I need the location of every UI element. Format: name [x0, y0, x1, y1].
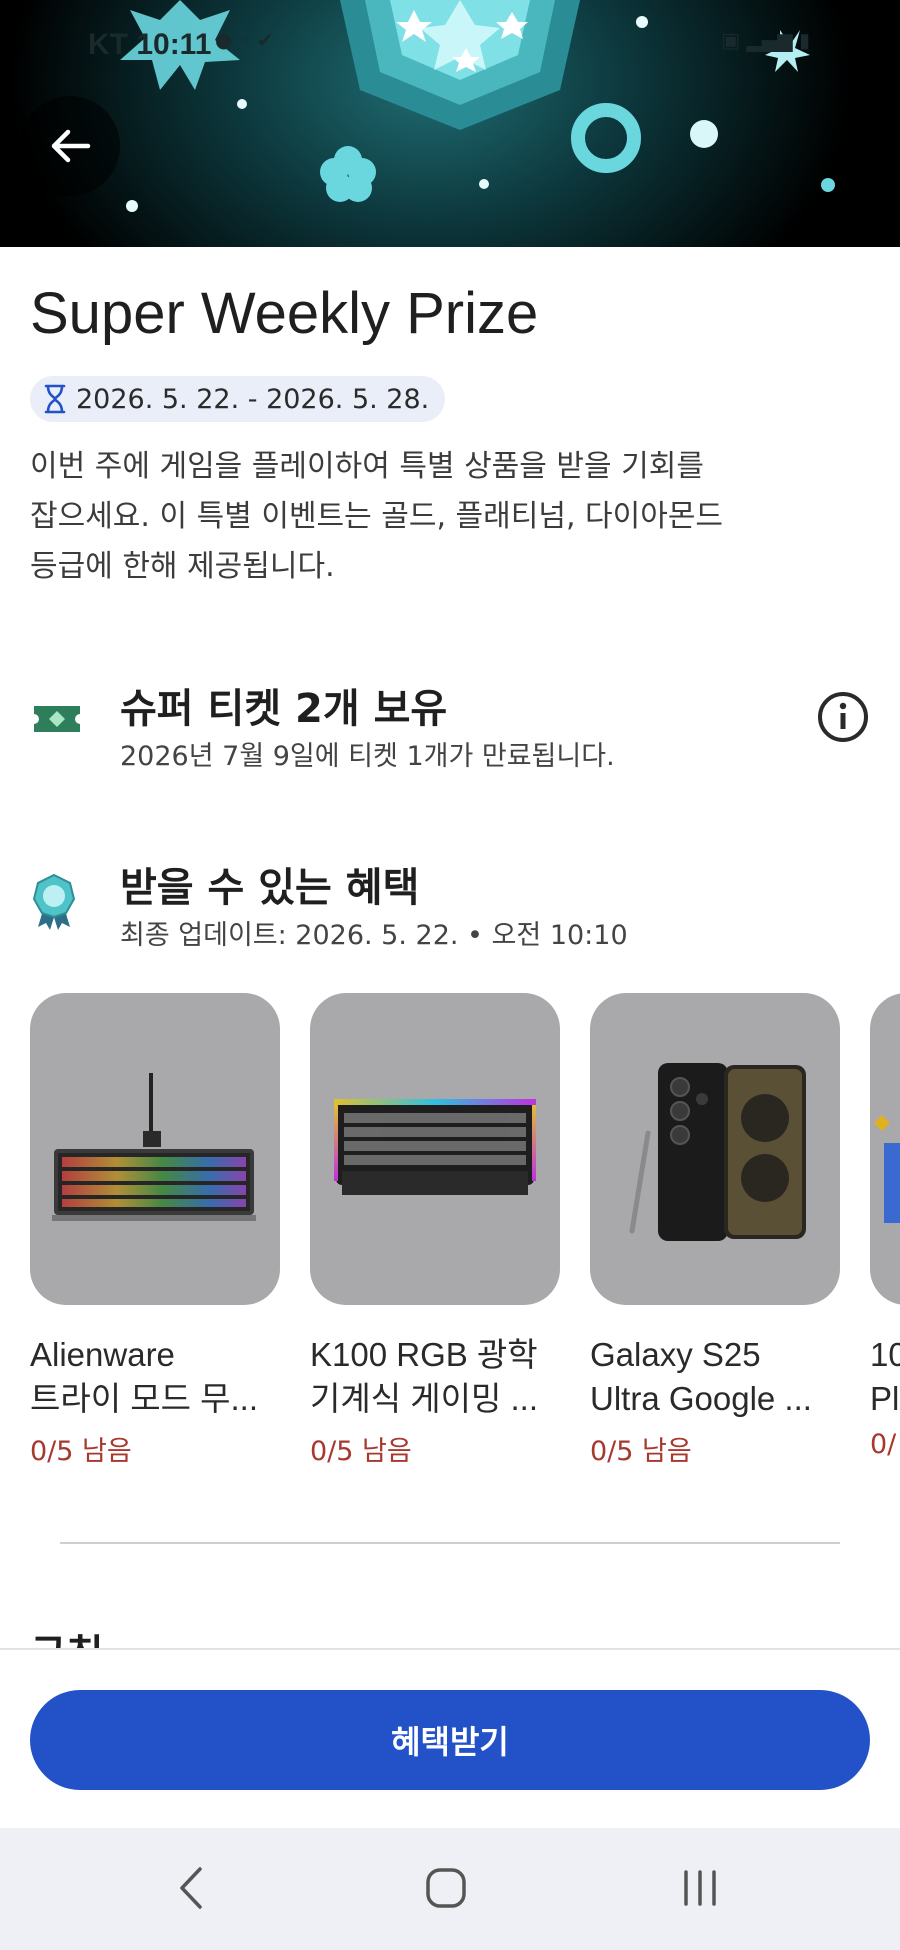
section-divider	[60, 1542, 840, 1544]
reward-name-line: Pl	[870, 1380, 900, 1417]
page-title: Super Weekly Prize	[30, 281, 539, 346]
rewards-carousel[interactable]: Alienware 트라이 모드 무... 0/5 남음 K100 RGB 광학…	[30, 993, 900, 1473]
rewards-title: 받을 수 있는 혜택	[120, 865, 420, 911]
check-icon: ✔	[256, 28, 274, 52]
hero-banner: KT 10:11 ● ◦ ✔ ▣ ▂▄▆ ▮	[0, 0, 900, 247]
rules-heading: 규칙	[30, 1622, 104, 1648]
signal-icon: ▂▄▆	[746, 28, 793, 52]
system-nav-bar	[0, 1828, 900, 1950]
description-line: 잡으세요. 이 특별 이벤트는 골드, 플래티넘, 다이아몬드	[30, 499, 724, 534]
rewards-updated: 최종 업데이트: 2026. 5. 22. • 오전 10:10	[120, 920, 628, 951]
reward-name-line: Alienware	[30, 1336, 175, 1373]
keyboard-image	[334, 1099, 536, 1195]
reward-card[interactable]: 10 Pl 0/	[870, 993, 900, 1460]
product-image	[874, 1115, 900, 1223]
description-line: 등급에 한해 제공됩니다.	[30, 549, 335, 584]
tickets-section: 슈퍼 티켓 2개 보유 2026년 7월 9일에 티켓 1개가 만료됩니다.	[30, 676, 870, 776]
reward-image	[870, 993, 900, 1305]
ticket-icon	[34, 706, 80, 732]
status-bar: KT 10:11 ● ◦ ✔ ▣ ▂▄▆ ▮	[0, 0, 900, 90]
description-line: 이번 주에 게임을 플레이하여 특별 상품을 받을 기회를	[30, 449, 704, 484]
reward-card[interactable]: K100 RGB 광학 기계식 게이밍 ... 0/5 남음	[310, 993, 560, 1468]
info-icon[interactable]	[816, 690, 870, 744]
recents-icon	[684, 1870, 716, 1906]
date-range-text: 2026. 5. 22. - 2026. 5. 28.	[76, 383, 430, 415]
tickets-expiry: 2026년 7월 9일에 티켓 1개가 만료됩니다.	[120, 741, 615, 772]
badge-icon	[32, 873, 76, 930]
reward-name-line: Galaxy S25	[590, 1336, 761, 1373]
claim-reward-button[interactable]: 혜택받기	[30, 1690, 870, 1790]
home-icon	[426, 1868, 466, 1908]
reward-name-line: 10	[870, 1336, 900, 1373]
talk-icon: ●	[215, 28, 233, 52]
reward-remaining: 0/5 남음	[590, 1436, 692, 1467]
nav-home-button[interactable]	[406, 1858, 486, 1918]
reward-image	[590, 993, 840, 1305]
reward-name-line: Ultra Google ...	[590, 1380, 812, 1417]
reward-name: K100 RGB 광학 기계식 게이밍 ...	[310, 1333, 560, 1421]
reward-name-line: 기계식 게이밍 ...	[310, 1380, 539, 1417]
rewards-section-header: 받을 수 있는 혜택 최종 업데이트: 2026. 5. 22. • 오전 10…	[30, 855, 870, 955]
event-description: 이번 주에 게임을 플레이하여 특별 상품을 받을 기회를 잡으세요. 이 특별…	[30, 442, 850, 592]
reward-card[interactable]: Alienware 트라이 모드 무... 0/5 남음	[30, 993, 280, 1468]
status-left-icons: ● ◦ ✔	[215, 28, 274, 52]
sol-pay-icon: ◦	[238, 28, 251, 52]
tickets-title: 슈퍼 티켓 2개 보유	[120, 686, 448, 732]
reward-name: Alienware 트라이 모드 무...	[30, 1333, 280, 1421]
nav-back-button[interactable]	[152, 1858, 232, 1918]
reward-image	[310, 993, 560, 1305]
reward-remaining: 0/5 남음	[30, 1436, 132, 1467]
reward-name: 10 Pl	[870, 1333, 900, 1421]
reward-card[interactable]: Galaxy S25 Ultra Google ... 0/5 남음	[590, 993, 840, 1468]
status-time: KT 10:11	[88, 28, 212, 61]
reward-name-line: K100 RGB 광학	[310, 1336, 538, 1373]
chevron-left-icon	[180, 1867, 202, 1909]
hourglass-icon	[44, 384, 66, 414]
nav-recents-button[interactable]	[660, 1858, 740, 1918]
arrow-left-icon	[51, 129, 91, 163]
battery-icon: ▮	[798, 28, 810, 52]
keyboard-image	[52, 1073, 256, 1221]
reward-remaining: 0/5 남음	[310, 1436, 412, 1467]
date-range-chip: 2026. 5. 22. - 2026. 5. 28.	[30, 376, 446, 422]
status-right-icons: ▣ ▂▄▆ ▮	[721, 28, 810, 52]
reward-remaining: 0/	[870, 1429, 897, 1460]
reward-image	[30, 993, 280, 1305]
phone-image	[629, 1063, 806, 1241]
reward-name: Galaxy S25 Ultra Google ...	[590, 1333, 840, 1421]
back-button[interactable]	[20, 96, 120, 196]
reward-name-line: 트라이 모드 무...	[30, 1380, 259, 1417]
5g-icon: ▣	[721, 28, 741, 52]
